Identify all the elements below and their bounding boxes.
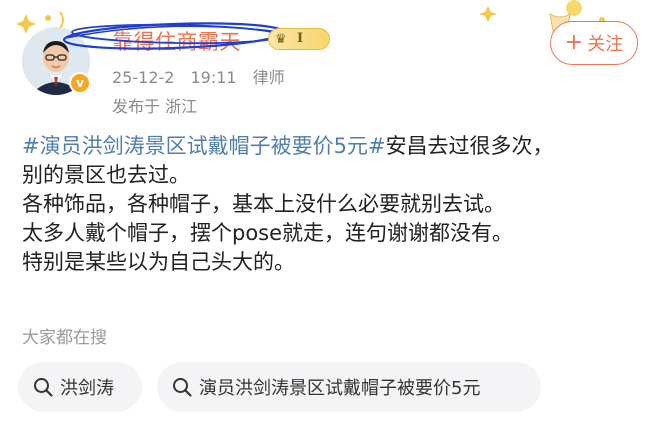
search-chip[interactable]: 演员洪剑涛景区试戴帽子被要价5元 <box>157 362 541 412</box>
follow-label: 关注 <box>587 34 624 55</box>
post-line-1: #演员洪剑涛景区试戴帽子被要价5元#安昌去过很多次， <box>22 132 642 161</box>
verified-badge-icon: v <box>69 72 91 94</box>
crown-icon: ♛ <box>275 32 287 47</box>
username[interactable]: 靠得住商霸天 <box>112 26 241 56</box>
search-chip-label: 演员洪剑涛景区试戴帽子被要价5元 <box>199 378 481 399</box>
post-line-4: 太多人戴个帽子，摆个pose就走，连句谢谢都没有。 <box>22 221 514 245</box>
avatar[interactable]: v <box>22 27 91 95</box>
plus-icon: + <box>564 30 584 55</box>
post-body: #演员洪剑涛景区试戴帽子被要价5元#安昌去过很多次， 别的景区也去过。 各种饰品… <box>22 132 642 277</box>
search-chip-label: 洪剑涛 <box>60 378 114 399</box>
search-chip[interactable]: 洪剑涛 <box>18 362 142 412</box>
search-icon <box>173 378 192 397</box>
search-hint-label: 大家都在搜 <box>22 328 107 348</box>
topic-link[interactable]: #演员洪剑涛景区试戴帽子被要价5元# <box>22 134 386 158</box>
post-line-5: 特别是某些以为自己头大的。 <box>22 250 295 274</box>
post-line-3: 各种饰品，各种帽子，基本上没什么必要就别去试。 <box>22 192 505 216</box>
post-location: 发布于 浙江 <box>112 97 198 116</box>
post-time: 19:11 <box>190 68 237 87</box>
post-date: 25-12-2 <box>112 68 175 87</box>
search-icon <box>34 378 53 397</box>
post-line-2: 别的景区也去过。 <box>22 163 190 187</box>
post-line-1-text: 安昌去过很多次， <box>385 134 554 158</box>
vip-badge[interactable]: ♛ I <box>268 28 330 50</box>
user-role: 律师 <box>252 68 285 87</box>
post-meta: 25-12-2 19:11 律师 <box>112 64 301 88</box>
follow-button[interactable]: + 关注 <box>550 21 638 65</box>
vip-level-label: I <box>297 31 304 46</box>
